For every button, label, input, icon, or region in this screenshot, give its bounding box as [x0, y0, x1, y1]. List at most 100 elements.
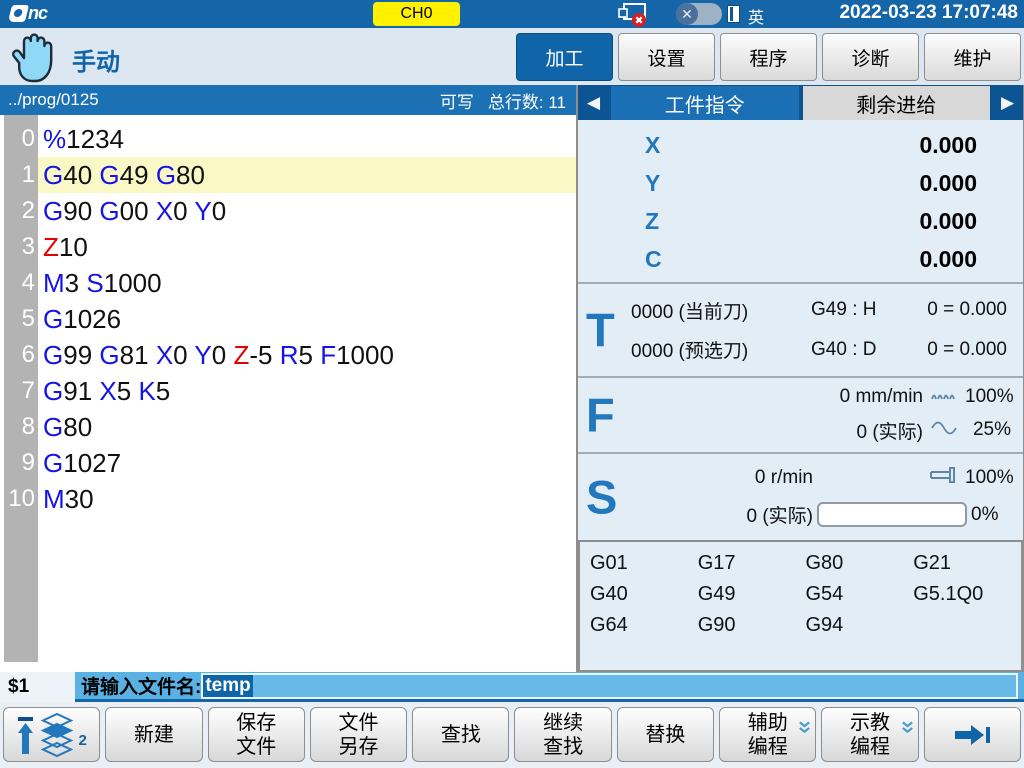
filename-value: temp	[203, 675, 252, 697]
feed-rate-row: 0 mm/min 100%	[578, 386, 1023, 408]
assist-programming-button[interactable]: 辅助 编程	[719, 707, 816, 762]
sine-wave-icon	[923, 419, 965, 441]
tab-program[interactable]: 程序	[720, 33, 817, 81]
layers-badge: 2	[78, 732, 86, 750]
code-text: G91 X5 K5	[38, 373, 576, 409]
feed-actual-row: 0 (实际) 25%	[578, 417, 1023, 444]
gcode-modal-value: G49	[698, 579, 806, 610]
arrow-up-to-top-icon	[16, 714, 36, 756]
line-number: 9	[0, 445, 38, 481]
spindle-speed-row: 0 r/min 100%	[578, 466, 1023, 490]
gcode-modal-value: G01	[590, 548, 698, 579]
gcode-modal-value: G64	[590, 610, 698, 641]
gcode-modal-value	[913, 610, 1021, 641]
spindle-section: S 0 r/min 100% 0 (实际) 0%	[578, 452, 1023, 540]
spindle-tool-icon	[923, 466, 965, 490]
line-number: 3	[0, 229, 38, 265]
feed-section: F 0 mm/min 100% 0 (实际) 25%	[578, 376, 1023, 452]
spindle-actual-row: 0 (实际) 0%	[578, 501, 1023, 528]
stacked-layers-icon	[40, 712, 74, 758]
line-number: 10	[0, 481, 38, 517]
code-line[interactable]: 5G1026	[0, 301, 576, 337]
axis-row-z: Z 0.000	[578, 202, 1023, 240]
find-button[interactable]: 查找	[412, 707, 509, 762]
status-panel: ◀ 工件指令 剩余进给 ▶ X 0.000 Y 0.000 Z 0.000 C …	[578, 85, 1024, 672]
axis-row-c: C 0.000	[578, 240, 1023, 278]
gcode-modal-value: G17	[698, 548, 806, 579]
logo-text: nc	[28, 3, 47, 24]
code-area[interactable]: 0%12341G40 G49 G802G90 G00 X0 Y03Z104M3 …	[0, 115, 576, 672]
filename-input[interactable]: temp	[201, 673, 1018, 699]
disabled-toggle-icon[interactable]: ✕	[676, 3, 722, 25]
next-page-arrow-icon[interactable]: ▶	[992, 85, 1023, 120]
code-line[interactable]: 7G91 X5 K5	[0, 373, 576, 409]
manual-mode-hand-icon	[8, 30, 60, 84]
line-number: 0	[0, 121, 38, 157]
code-line[interactable]: 10M30	[0, 481, 576, 517]
gcode-modal-value: G94	[806, 610, 914, 641]
tool-section: T 0000 (当前刀) G49 : H 0 = 0.000 0000 (预选刀…	[578, 282, 1023, 376]
tab-machining[interactable]: 加工	[516, 33, 613, 81]
modal-gcode-grid: G01G17G80G21G40G49G54G5.1Q0G64G90G94	[578, 540, 1023, 672]
ime-book-icon	[727, 5, 740, 23]
teach-programming-button[interactable]: 示教 编程	[821, 707, 918, 762]
code-line[interactable]: 2G90 G00 X0 Y0	[0, 193, 576, 229]
spindle-letter: S	[586, 470, 617, 525]
tab-workpiece-command[interactable]: 工件指令	[611, 86, 799, 120]
scroll-layers-button[interactable]: 2	[3, 707, 100, 762]
machine-mode-label: 手动	[72, 42, 120, 77]
logo-flag-icon	[8, 5, 29, 22]
line-number: 2	[0, 193, 38, 229]
find-next-button[interactable]: 继续 查找	[514, 707, 611, 762]
gcode-modal-value: G80	[806, 548, 914, 579]
code-line[interactable]: 0%1234	[0, 121, 576, 157]
code-line[interactable]: 4M3 S1000	[0, 265, 576, 301]
line-number: 1	[0, 157, 38, 193]
prev-page-arrow-icon[interactable]: ◀	[578, 85, 609, 120]
tab-diagnosis[interactable]: 诊断	[822, 33, 919, 81]
tab-settings[interactable]: 设置	[618, 33, 715, 81]
main-tabs: 加工 设置 程序 诊断 维护	[516, 33, 1021, 81]
code-line[interactable]: 6G99 G81 X0 Y0 Z-5 R5 F1000	[0, 337, 576, 373]
mode-bar: 手动 加工 设置 程序 诊断 维护	[0, 28, 1024, 85]
tab-maintenance[interactable]: 维护	[924, 33, 1021, 81]
tab-remaining-feed[interactable]: 剩余进给	[803, 86, 991, 120]
line-number: 5	[0, 301, 38, 337]
preselect-tool-row: 0000 (预选刀) G40 : D 0 = 0.000	[578, 336, 1023, 363]
code-line[interactable]: 8G80	[0, 409, 576, 445]
channel-label: $1	[8, 676, 29, 698]
filename-prompt: 请输入文件名:	[75, 672, 201, 699]
code-text: G99 G81 X0 Y0 Z-5 R5 F1000	[38, 337, 576, 373]
code-text: M3 S1000	[38, 265, 576, 301]
code-text: G1027	[38, 445, 576, 481]
code-text: G1026	[38, 301, 576, 337]
line-number: 6	[0, 337, 38, 373]
double-chevron-down-icon	[900, 720, 915, 735]
line-number: 7	[0, 373, 38, 409]
code-text: %1234	[38, 121, 576, 157]
writable-status: 可写	[440, 88, 474, 113]
line-number: 4	[0, 265, 38, 301]
file-path: ../prog/0125	[8, 90, 440, 110]
new-file-button[interactable]: 新建	[105, 707, 202, 762]
code-line[interactable]: 3Z10	[0, 229, 576, 265]
code-line[interactable]: 9G1027	[0, 445, 576, 481]
status-panel-tabs: ◀ 工件指令 剩余进给 ▶	[578, 85, 1023, 120]
tool-letter: T	[586, 303, 615, 358]
softkey-toolbar: 2 新建 保存 文件 文件 另存 查找 继续 查找 替换 辅助 编程 示教 编程	[0, 702, 1024, 768]
total-lines: 总行数: 11	[488, 88, 566, 113]
triple-wave-icon	[923, 386, 965, 408]
save-as-button[interactable]: 文件 另存	[310, 707, 407, 762]
replace-button[interactable]: 替换	[617, 707, 714, 762]
language-indicator[interactable]: 英	[748, 4, 764, 28]
editor-header: ../prog/0125 可写 总行数: 11	[0, 85, 576, 115]
channel-indicator[interactable]: CH0	[373, 2, 460, 26]
gcode-modal-value: G90	[698, 610, 806, 641]
datetime: 2022-03-23 17:07:48	[839, 2, 1018, 24]
code-line[interactable]: 1G40 G49 G80	[0, 157, 576, 193]
save-file-button[interactable]: 保存 文件	[208, 707, 305, 762]
gcode-modal-value: G40	[590, 579, 698, 610]
next-softkey-page-button[interactable]	[924, 707, 1021, 762]
axis-position-list: X 0.000 Y 0.000 Z 0.000 C 0.000	[578, 120, 1023, 282]
double-chevron-down-icon	[797, 720, 812, 735]
